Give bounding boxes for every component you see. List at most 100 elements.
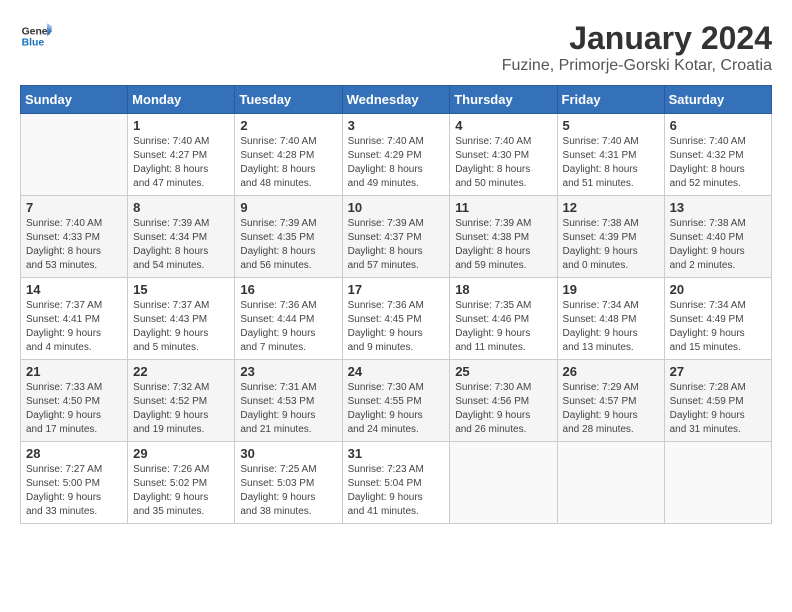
calendar-week-3: 14Sunrise: 7:37 AM Sunset: 4:41 PM Dayli…: [21, 278, 772, 360]
day-number: 10: [348, 200, 445, 215]
calendar-cell: 4 Sunrise: 7:40 AM Sunset: 4:30 PM Daylig…: [450, 114, 557, 196]
day-info: Sunrise: 7:25 AM Sunset: 5:03 PM Dayligh…: [240, 463, 336, 519]
day-number: 18: [455, 282, 551, 297]
day-info: Sunrise: 7:40 AM Sunset: 4:29 PM Dayligh…: [348, 135, 445, 191]
day-number: 24: [348, 364, 445, 379]
day-number: 28: [26, 446, 122, 461]
calendar-cell: 17Sunrise: 7:36 AM Sunset: 4:45 PM Dayli…: [342, 278, 450, 360]
calendar-cell: 24Sunrise: 7:30 AM Sunset: 4:55 PM Dayli…: [342, 360, 450, 442]
day-info: Sunrise: 7:35 AM Sunset: 4:46 PM Dayligh…: [455, 299, 551, 355]
subtitle: Fuzine, Primorje-Gorski Kotar, Croatia: [502, 57, 772, 75]
day-info: Sunrise: 7:40 AM Sunset: 4:28 PM Dayligh…: [240, 135, 336, 191]
day-number: 31: [348, 446, 445, 461]
calendar-cell: 9 Sunrise: 7:39 AM Sunset: 4:35 PM Daylig…: [235, 196, 342, 278]
day-info: Sunrise: 7:40 AM Sunset: 4:33 PM Dayligh…: [26, 217, 122, 273]
day-number: 8: [133, 200, 229, 215]
day-number: 21: [26, 364, 122, 379]
day-number: 16: [240, 282, 336, 297]
day-info: Sunrise: 7:26 AM Sunset: 5:02 PM Dayligh…: [133, 463, 229, 519]
calendar-cell: 13Sunrise: 7:38 AM Sunset: 4:40 PM Dayli…: [664, 196, 771, 278]
day-number: 12: [563, 200, 659, 215]
calendar-cell: [450, 442, 557, 524]
calendar-cell: 20 Sunrise: 7:34 AM Sunset: 4:49 PM Dayli…: [664, 278, 771, 360]
calendar-cell: 11Sunrise: 7:39 AM Sunset: 4:38 PM Dayli…: [450, 196, 557, 278]
calendar-cell: 7 Sunrise: 7:40 AM Sunset: 4:33 PM Daylig…: [21, 196, 128, 278]
calendar-week-2: 7 Sunrise: 7:40 AM Sunset: 4:33 PM Daylig…: [21, 196, 772, 278]
day-info: Sunrise: 7:40 AM Sunset: 4:30 PM Dayligh…: [455, 135, 551, 191]
calendar-cell: 30 Sunrise: 7:25 AM Sunset: 5:03 PM Dayli…: [235, 442, 342, 524]
day-header-friday: Friday: [557, 86, 664, 114]
day-info: Sunrise: 7:34 AM Sunset: 4:49 PM Dayligh…: [670, 299, 766, 355]
logo-icon: General Blue: [20, 20, 52, 52]
day-info: Sunrise: 7:33 AM Sunset: 4:50 PM Dayligh…: [26, 381, 122, 437]
day-number: 5: [563, 118, 659, 133]
day-info: Sunrise: 7:37 AM Sunset: 4:43 PM Dayligh…: [133, 299, 229, 355]
day-number: 7: [26, 200, 122, 215]
day-number: 15: [133, 282, 229, 297]
calendar-week-1: 1Sunrise: 7:40 AM Sunset: 4:27 PM Daylig…: [21, 114, 772, 196]
day-number: 27: [670, 364, 766, 379]
day-info: Sunrise: 7:29 AM Sunset: 4:57 PM Dayligh…: [563, 381, 659, 437]
calendar-cell: 3 Sunrise: 7:40 AM Sunset: 4:29 PM Daylig…: [342, 114, 450, 196]
calendar-header: SundayMondayTuesdayWednesdayThursdayFrid…: [21, 86, 772, 114]
calendar-cell: [557, 442, 664, 524]
calendar-cell: 2 Sunrise: 7:40 AM Sunset: 4:28 PM Daylig…: [235, 114, 342, 196]
svg-text:Blue: Blue: [22, 38, 45, 49]
day-info: Sunrise: 7:38 AM Sunset: 4:40 PM Dayligh…: [670, 217, 766, 273]
day-info: Sunrise: 7:39 AM Sunset: 4:35 PM Dayligh…: [240, 217, 336, 273]
calendar-cell: 31 Sunrise: 7:23 AM Sunset: 5:04 PM Dayli…: [342, 442, 450, 524]
day-number: 22: [133, 364, 229, 379]
day-info: Sunrise: 7:34 AM Sunset: 4:48 PM Dayligh…: [563, 299, 659, 355]
day-number: 6: [670, 118, 766, 133]
calendar-cell: 12 Sunrise: 7:38 AM Sunset: 4:39 PM Dayli…: [557, 196, 664, 278]
day-number: 1: [133, 118, 229, 133]
day-info: Sunrise: 7:36 AM Sunset: 4:44 PM Dayligh…: [240, 299, 336, 355]
calendar-cell: 19 Sunrise: 7:34 AM Sunset: 4:48 PM Dayli…: [557, 278, 664, 360]
calendar-cell: 16 Sunrise: 7:36 AM Sunset: 4:44 PM Dayli…: [235, 278, 342, 360]
day-header-saturday: Saturday: [664, 86, 771, 114]
calendar-week-5: 28Sunrise: 7:27 AM Sunset: 5:00 PM Dayli…: [21, 442, 772, 524]
day-info: Sunrise: 7:37 AM Sunset: 4:41 PM Dayligh…: [26, 299, 122, 355]
day-info: Sunrise: 7:23 AM Sunset: 5:04 PM Dayligh…: [348, 463, 445, 519]
day-info: Sunrise: 7:28 AM Sunset: 4:59 PM Dayligh…: [670, 381, 766, 437]
header: General Blue January 2024 Fuzine, Primor…: [20, 20, 772, 75]
calendar-cell: 1Sunrise: 7:40 AM Sunset: 4:27 PM Daylig…: [128, 114, 235, 196]
day-info: Sunrise: 7:36 AM Sunset: 4:45 PM Dayligh…: [348, 299, 445, 355]
day-header-thursday: Thursday: [450, 86, 557, 114]
day-header-tuesday: Tuesday: [235, 86, 342, 114]
day-number: 30: [240, 446, 336, 461]
day-number: 20: [670, 282, 766, 297]
calendar-cell: [21, 114, 128, 196]
calendar-cell: 25 Sunrise: 7:30 AM Sunset: 4:56 PM Dayli…: [450, 360, 557, 442]
day-info: Sunrise: 7:39 AM Sunset: 4:34 PM Dayligh…: [133, 217, 229, 273]
day-info: Sunrise: 7:38 AM Sunset: 4:39 PM Dayligh…: [563, 217, 659, 273]
day-info: Sunrise: 7:40 AM Sunset: 4:31 PM Dayligh…: [563, 135, 659, 191]
calendar-cell: 8 Sunrise: 7:39 AM Sunset: 4:34 PM Daylig…: [128, 196, 235, 278]
calendar-cell: 23 Sunrise: 7:31 AM Sunset: 4:53 PM Dayli…: [235, 360, 342, 442]
logo: General Blue: [20, 20, 56, 52]
day-number: 19: [563, 282, 659, 297]
day-number: 9: [240, 200, 336, 215]
calendar-cell: 22Sunrise: 7:32 AM Sunset: 4:52 PM Dayli…: [128, 360, 235, 442]
calendar-table: SundayMondayTuesdayWednesdayThursdayFrid…: [20, 85, 772, 524]
calendar-cell: 14Sunrise: 7:37 AM Sunset: 4:41 PM Dayli…: [21, 278, 128, 360]
day-number: 26: [563, 364, 659, 379]
days-of-week-row: SundayMondayTuesdayWednesdayThursdayFrid…: [21, 86, 772, 114]
day-info: Sunrise: 7:31 AM Sunset: 4:53 PM Dayligh…: [240, 381, 336, 437]
day-number: 25: [455, 364, 551, 379]
calendar-cell: [664, 442, 771, 524]
day-info: Sunrise: 7:39 AM Sunset: 4:38 PM Dayligh…: [455, 217, 551, 273]
calendar-cell: 29 Sunrise: 7:26 AM Sunset: 5:02 PM Dayli…: [128, 442, 235, 524]
day-number: 23: [240, 364, 336, 379]
day-number: 3: [348, 118, 445, 133]
day-number: 4: [455, 118, 551, 133]
calendar-week-4: 21 Sunrise: 7:33 AM Sunset: 4:50 PM Dayli…: [21, 360, 772, 442]
day-header-sunday: Sunday: [21, 86, 128, 114]
calendar-cell: 21 Sunrise: 7:33 AM Sunset: 4:50 PM Dayli…: [21, 360, 128, 442]
day-info: Sunrise: 7:40 AM Sunset: 4:32 PM Dayligh…: [670, 135, 766, 191]
day-info: Sunrise: 7:30 AM Sunset: 4:56 PM Dayligh…: [455, 381, 551, 437]
calendar-body: 1Sunrise: 7:40 AM Sunset: 4:27 PM Daylig…: [21, 114, 772, 524]
day-number: 29: [133, 446, 229, 461]
day-number: 2: [240, 118, 336, 133]
calendar-cell: 27 Sunrise: 7:28 AM Sunset: 4:59 PM Dayli…: [664, 360, 771, 442]
